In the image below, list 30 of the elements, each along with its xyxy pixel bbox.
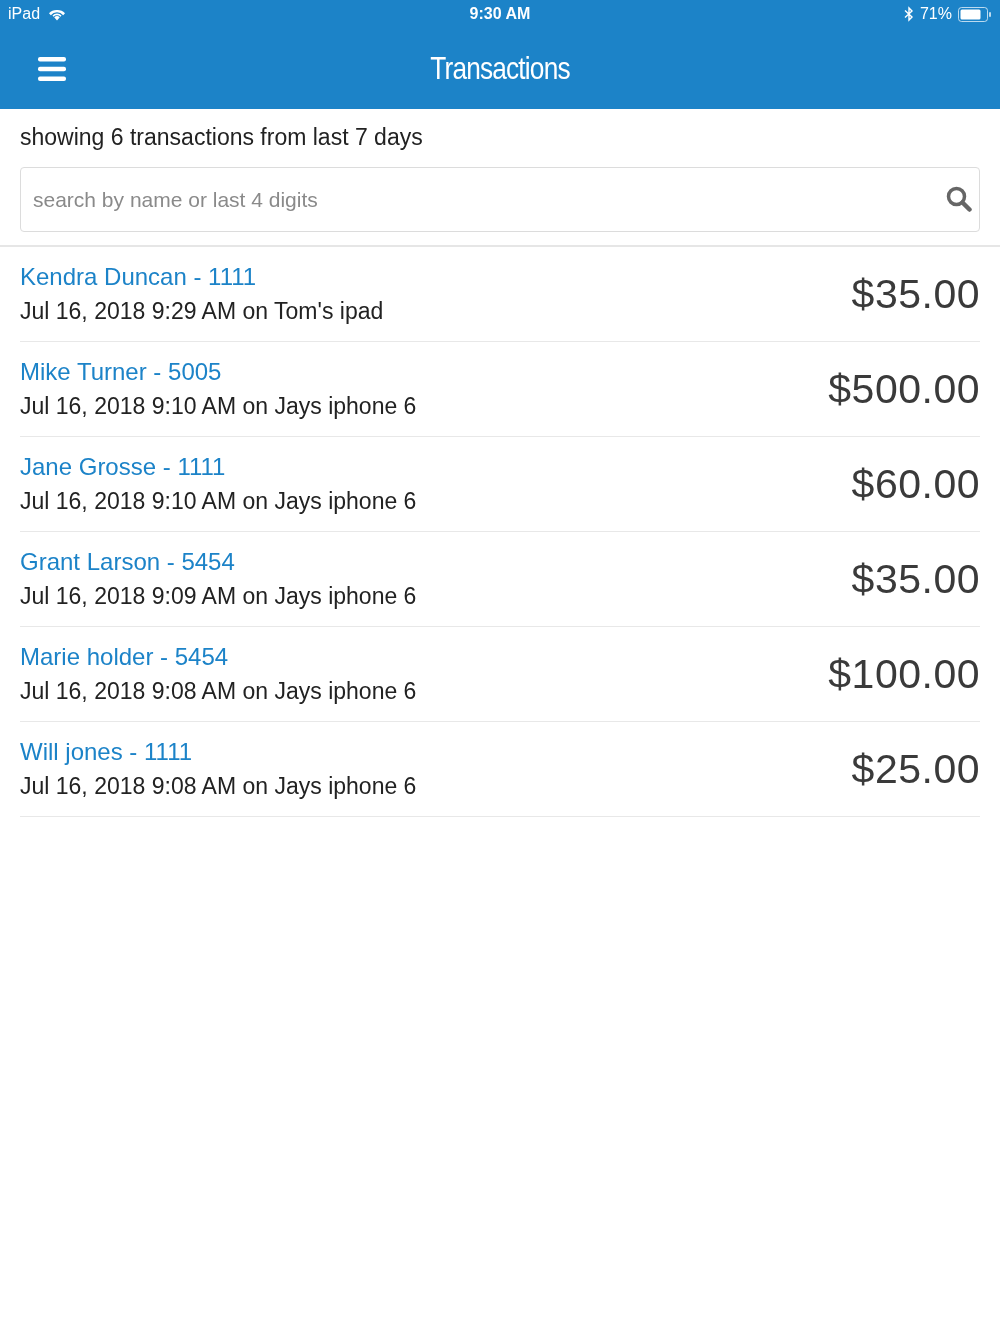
transaction-amount: $100.00 [828, 650, 980, 698]
customer-link[interactable]: Jane Grosse - 1111 [20, 452, 226, 482]
customer-link[interactable]: Grant Larson - 5454 [20, 547, 235, 577]
customer-link[interactable]: Marie holder - 5454 [20, 642, 229, 672]
search-field[interactable]: search by name or last 4 digits [20, 167, 980, 232]
transaction-amount: $35.00 [851, 270, 980, 318]
transaction-detail: Jul 16, 2018 9:08 AM on Jays iphone 6 [20, 772, 417, 801]
transaction-amount: $25.00 [851, 745, 980, 793]
bluetooth-icon [903, 6, 914, 22]
battery-percent: 71% [919, 4, 952, 24]
customer-link[interactable]: Mike Turner - 5005 [20, 357, 222, 387]
transaction-detail: Jul 16, 2018 9:10 AM on Jays iphone 6 [20, 392, 417, 421]
search-icon [946, 186, 972, 212]
page-title: Transactions [430, 50, 570, 87]
menu-button[interactable] [36, 54, 68, 83]
battery-icon [958, 6, 992, 22]
transaction-amount: $35.00 [851, 555, 980, 603]
wifi-icon [48, 7, 67, 21]
transaction-amount: $500.00 [828, 365, 980, 413]
status-time: 9:30 AM [469, 4, 531, 24]
customer-link[interactable]: Will jones - 1111 [20, 737, 193, 767]
summary-text: showing 6 transactions from last 7 days [20, 123, 423, 152]
customer-link[interactable]: Kendra Duncan - 1111 [20, 262, 257, 292]
transaction-detail: Jul 16, 2018 9:09 AM on Jays iphone 6 [20, 582, 417, 611]
transaction-detail: Jul 16, 2018 9:29 AM on Tom's ipad [20, 297, 384, 326]
transaction-amount: $60.00 [851, 460, 980, 508]
transaction-detail: Jul 16, 2018 9:10 AM on Jays iphone 6 [20, 487, 417, 516]
device-name: iPad [8, 4, 41, 24]
transaction-detail: Jul 16, 2018 9:08 AM on Jays iphone 6 [20, 677, 417, 706]
menu-icon [38, 56, 66, 81]
